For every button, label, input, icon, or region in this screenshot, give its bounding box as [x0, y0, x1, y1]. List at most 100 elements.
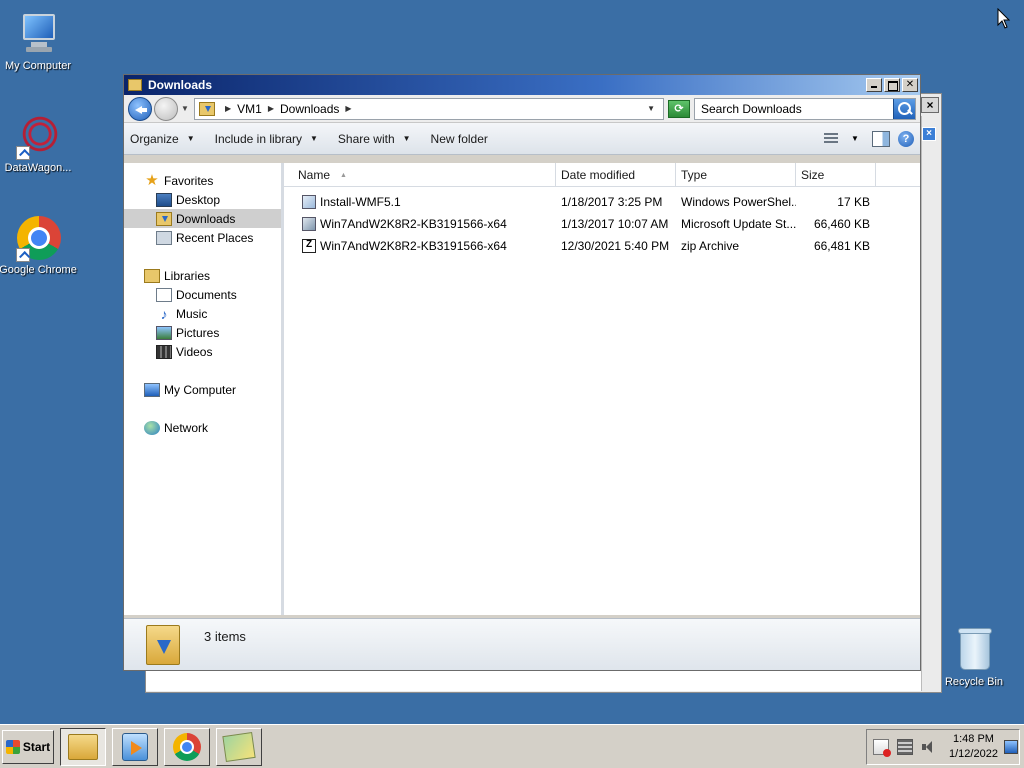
- preview-pane-icon[interactable]: [872, 130, 890, 147]
- background-window-close-icon[interactable]: ×: [922, 127, 936, 141]
- nav-libraries[interactable]: Libraries: [124, 266, 281, 285]
- back-button[interactable]: [128, 96, 152, 121]
- desktop-icon-recycle-bin[interactable]: Recycle Bin: [934, 626, 1014, 688]
- music-icon: ♪: [160, 305, 168, 322]
- forward-button[interactable]: [154, 96, 178, 121]
- file-rows: Install-WMF5.1 1/18/2017 3:25 PM Windows…: [284, 187, 920, 257]
- breadcrumb-chevron-icon[interactable]: ▶: [268, 104, 274, 113]
- minimize-button[interactable]: [866, 78, 882, 92]
- desktop-icon-datawagon[interactable]: DataWagon...: [0, 112, 78, 174]
- taskbar-folder-app[interactable]: [216, 727, 262, 766]
- desktop-icon-my-computer[interactable]: My Computer: [0, 10, 78, 72]
- mouse-cursor-icon: [997, 7, 1011, 30]
- address-bar: ▼ ▶ VM1 ▶ Downloads ▶ ▼ ⟳: [124, 95, 920, 123]
- navigation-pane: ★ Favorites Desktop Downloads Recent Pla…: [124, 163, 284, 615]
- file-type: zip Archive: [681, 239, 740, 253]
- share-with-menu[interactable]: Share with ▼: [338, 132, 411, 146]
- close-button[interactable]: ✕: [902, 78, 918, 92]
- action-center-flag-icon[interactable]: [873, 739, 891, 757]
- new-folder-button[interactable]: New folder: [431, 132, 488, 146]
- breadcrumb-item-downloads[interactable]: Downloads: [280, 102, 339, 116]
- folders-icon: [222, 731, 256, 762]
- file-size: 66,481 KB: [813, 239, 870, 253]
- desktop-icon-label: Recycle Bin: [944, 676, 1004, 688]
- file-name: Win7AndW2K8R2-KB3191566-x64: [320, 217, 507, 231]
- clock[interactable]: 1:48 PM 1/12/2022: [949, 732, 998, 762]
- nav-network[interactable]: Network: [124, 418, 281, 437]
- taskbar-windows-explorer[interactable]: [60, 727, 106, 766]
- breadcrumb[interactable]: ▶ VM1 ▶ Downloads ▶ ▼: [194, 97, 664, 120]
- start-label: Start: [22, 739, 51, 754]
- refresh-button[interactable]: ⟳: [668, 99, 690, 118]
- msu-package-icon: [302, 217, 316, 231]
- explorer-window[interactable]: Downloads ✕ ▼ ▶ VM1 ▶ Downloads ▶ ▼ ⟳ Or…: [123, 74, 921, 671]
- change-view-icon[interactable]: [824, 132, 838, 145]
- breadcrumb-item-vm1[interactable]: VM1: [237, 102, 262, 116]
- title-bar[interactable]: Downloads ✕: [124, 75, 920, 95]
- downloads-icon: [156, 211, 172, 226]
- nav-my-computer[interactable]: My Computer: [124, 380, 281, 399]
- nav-pictures[interactable]: Pictures: [124, 323, 281, 342]
- show-desktop-icon[interactable]: [1003, 740, 1018, 754]
- pictures-icon: [156, 325, 172, 340]
- volume-icon[interactable]: [921, 739, 937, 755]
- nav-label: Videos: [176, 344, 213, 359]
- include-in-library-menu[interactable]: Include in library ▼: [215, 132, 318, 146]
- file-list[interactable]: Name ▲ Date modified Type Size Install-W…: [284, 163, 920, 615]
- column-header-size[interactable]: Size: [796, 163, 876, 187]
- file-row[interactable]: Win7AndW2K8R2-KB3191566-x64 1/13/2017 10…: [284, 213, 920, 235]
- desktop-icon: [156, 192, 172, 207]
- desktop-icon-google-chrome[interactable]: Google Chrome: [0, 214, 78, 276]
- view-options-chevron-icon[interactable]: ▼: [846, 131, 864, 147]
- nav-desktop[interactable]: Desktop: [124, 190, 281, 209]
- network-icon: [144, 420, 160, 435]
- taskbar-google-chrome[interactable]: [164, 727, 210, 766]
- nav-label: My Computer: [164, 382, 237, 397]
- file-name-cell: Win7AndW2K8R2-KB3191566-x64: [284, 239, 556, 253]
- column-header-name[interactable]: Name ▲: [284, 163, 556, 187]
- details-pane: 3 items: [124, 618, 920, 670]
- start-button[interactable]: Start: [2, 729, 54, 764]
- nav-music[interactable]: ♪ Music: [124, 304, 281, 323]
- documents-icon: [156, 287, 172, 302]
- taskbar-media-player[interactable]: [112, 727, 158, 766]
- nav-label: Pictures: [176, 325, 220, 340]
- column-header-type[interactable]: Type: [676, 163, 796, 187]
- file-name-cell: Install-WMF5.1: [284, 195, 556, 209]
- file-date: 1/18/2017 3:25 PM: [561, 195, 663, 209]
- shortcut-arrow-icon: [16, 146, 30, 160]
- help-icon[interactable]: ?: [898, 130, 914, 147]
- file-row[interactable]: Win7AndW2K8R2-KB3191566-x64 12/30/2021 5…: [284, 235, 920, 257]
- nav-favorites[interactable]: ★ Favorites: [124, 171, 281, 190]
- nav-label: Desktop: [176, 192, 221, 207]
- file-row[interactable]: Install-WMF5.1 1/18/2017 3:25 PM Windows…: [284, 191, 920, 213]
- star-icon: ★: [145, 171, 159, 189]
- column-header-date-modified[interactable]: Date modified: [556, 163, 676, 187]
- network-status-icon[interactable]: [897, 739, 913, 755]
- nav-recent-places[interactable]: Recent Places: [124, 228, 281, 247]
- recycle-bin-icon: [950, 626, 998, 674]
- item-count: 3 items: [204, 629, 246, 644]
- clock-time: 1:48 PM: [952, 733, 994, 745]
- column-header-label: Name: [298, 168, 331, 182]
- recent-pages-chevron-icon[interactable]: ▼: [180, 104, 190, 113]
- breadcrumb-chevron-icon[interactable]: ▶: [225, 104, 231, 113]
- nav-downloads[interactable]: Downloads: [124, 209, 281, 228]
- column-header-label: Date modified: [561, 168, 636, 182]
- nav-documents[interactable]: Documents: [124, 285, 281, 304]
- search-icon[interactable]: [893, 98, 915, 119]
- datawagon-icon: [14, 112, 62, 160]
- maximize-button[interactable]: [884, 78, 900, 92]
- nav-label: Network: [164, 420, 209, 435]
- background-window-close-button[interactable]: ×: [921, 97, 939, 113]
- computer-icon: [144, 382, 160, 397]
- column-header-label: Type: [681, 168, 708, 182]
- nav-label: Libraries: [164, 268, 211, 283]
- search-input[interactable]: [695, 98, 893, 119]
- organize-menu[interactable]: Organize ▼: [130, 132, 195, 146]
- search-box[interactable]: [694, 97, 916, 120]
- breadcrumb-chevron-icon[interactable]: ▶: [345, 104, 351, 113]
- address-dropdown-icon[interactable]: ▼: [647, 104, 655, 113]
- nav-videos[interactable]: Videos: [124, 342, 281, 361]
- include-in-library-label: Include in library: [214, 131, 302, 146]
